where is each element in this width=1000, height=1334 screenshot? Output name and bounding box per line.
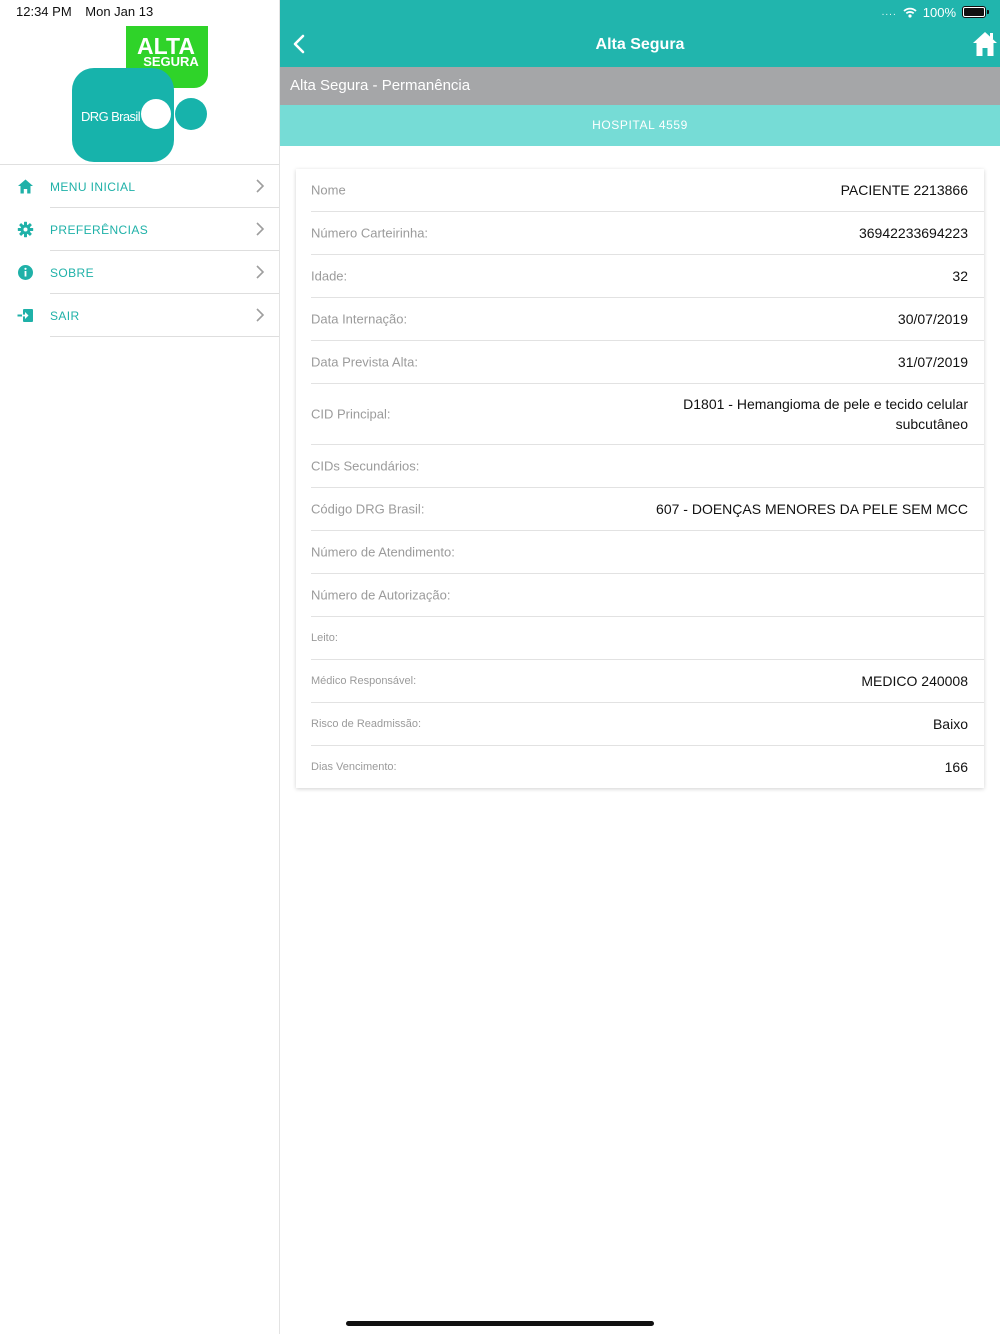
- detail-label: Risco de Readmissão:: [311, 718, 422, 730]
- chevron-right-icon: [256, 179, 265, 193]
- detail-label: Idade:: [311, 268, 348, 284]
- svg-text:SEGURA: SEGURA: [143, 54, 199, 69]
- detail-row-attendance-number: Número de Atendimento:: [311, 531, 984, 574]
- detail-row-readmission-risk: Risco de Readmissão: Baixo: [311, 703, 984, 746]
- divider: [50, 336, 279, 337]
- detail-label: Leito:: [311, 632, 338, 644]
- hospital-name: HOSPITAL 4559: [592, 118, 688, 132]
- detail-label: Médico Responsável:: [311, 675, 417, 687]
- home-icon: [18, 179, 33, 194]
- detail-value: MEDICO 240008: [861, 673, 968, 689]
- menu-item-preferences[interactable]: PREFERÊNCIAS: [0, 208, 279, 251]
- detail-value: 30/07/2019: [897, 311, 968, 327]
- status-bar-left: 12:34 PM Mon Jan 13: [16, 4, 163, 19]
- detail-row-age: Idade: 32: [311, 255, 984, 298]
- status-bar-right: .... 100%: [881, 3, 989, 21]
- detail-row-secondary-cids: CIDs Secundários:: [311, 445, 984, 488]
- detail-row-expected-discharge: Data Prevista Alta: 31/07/2019: [311, 341, 984, 384]
- detail-row-doctor: Médico Responsável: MEDICO 240008: [311, 660, 984, 703]
- patient-details-card: Nome PACIENTE 2213866 Número Carteirinha…: [296, 169, 984, 788]
- detail-row-main-cid: CID Principal: D1801 - Hemangioma de pel…: [311, 384, 984, 445]
- menu-item-home[interactable]: MENU INICIAL: [0, 165, 279, 208]
- detail-label: Data Prevista Alta:: [311, 354, 418, 370]
- home-indicator[interactable]: [346, 1321, 654, 1326]
- chevron-right-icon: [256, 265, 265, 279]
- detail-label: Código DRG Brasil:: [311, 501, 425, 517]
- detail-label: Nome: [311, 182, 346, 198]
- hospital-bar: HOSPITAL 4559: [280, 105, 1000, 146]
- home-button[interactable]: [972, 30, 998, 58]
- detail-value: 607 - DOENÇAS MENORES DA PELE SEM MCC: [656, 501, 968, 517]
- signal-icon: ....: [881, 6, 897, 18]
- menu-label: SAIR: [50, 309, 80, 323]
- detail-label: CIDs Secundários:: [311, 458, 420, 474]
- exit-icon: [17, 309, 33, 322]
- battery-icon: [962, 6, 989, 18]
- detail-value: 36942233694223: [858, 225, 968, 241]
- battery-percent: 100%: [922, 4, 956, 20]
- status-time: 12:34 PM: [16, 4, 72, 19]
- chevron-right-icon: [256, 308, 265, 322]
- detail-row-authorization-number: Número de Autorização:: [311, 574, 984, 617]
- detail-row-name: Nome PACIENTE 2213866: [311, 169, 984, 212]
- detail-row-admission-date: Data Internação: 30/07/2019: [311, 298, 984, 341]
- alta-segura-logo: ALTA SEGURA DRG Brasil: [72, 26, 208, 162]
- svg-text:DRG Brasil: DRG Brasil: [81, 109, 141, 124]
- menu-item-about[interactable]: SOBRE: [0, 251, 279, 294]
- detail-value: PACIENTE 2213866: [840, 182, 968, 198]
- sidebar: 12:34 PM Mon Jan 13 ALTA SEGURA DRG Bras…: [0, 0, 280, 1334]
- detail-row-card-number: Número Carteirinha: 36942233694223: [311, 212, 984, 255]
- status-date: Mon Jan 13: [85, 4, 154, 19]
- gear-icon: [17, 221, 34, 238]
- wifi-icon: [903, 7, 917, 18]
- sidebar-menu: MENU INICIAL PREFERÊNCIAS SOBRE SAIR: [0, 164, 279, 337]
- detail-label: Número Carteirinha:: [311, 225, 429, 241]
- detail-value: D1801 - Hemangioma de pele e tecido celu…: [683, 396, 968, 432]
- detail-value: 31/07/2019: [897, 354, 968, 370]
- detail-label: Número de Autorização:: [311, 587, 451, 603]
- detail-row-days-due: Dias Vencimento: 166: [311, 746, 984, 788]
- chevron-right-icon: [256, 222, 265, 236]
- menu-label: PREFERÊNCIAS: [50, 223, 149, 237]
- detail-value: 32: [952, 268, 968, 284]
- detail-label: CID Principal:: [311, 406, 391, 422]
- menu-item-exit[interactable]: SAIR: [0, 294, 279, 337]
- detail-value: Baixo: [932, 716, 968, 732]
- detail-label: Data Internação:: [311, 311, 408, 327]
- menu-label: SOBRE: [50, 266, 95, 280]
- info-icon: [18, 265, 33, 280]
- section-header: Alta Segura - Permanência: [280, 67, 1000, 105]
- section-title: Alta Segura - Permanência: [290, 77, 471, 94]
- detail-label: Dias Vencimento:: [311, 761, 397, 773]
- detail-row-drg-code: Código DRG Brasil: 607 - DOENÇAS MENORES…: [311, 488, 984, 531]
- detail-row-bed: Leito:: [311, 617, 984, 660]
- detail-label: Número de Atendimento:: [311, 544, 455, 560]
- nav-title: Alta Segura: [595, 36, 685, 53]
- detail-value: 166: [944, 759, 968, 775]
- menu-label: MENU INICIAL: [50, 180, 136, 194]
